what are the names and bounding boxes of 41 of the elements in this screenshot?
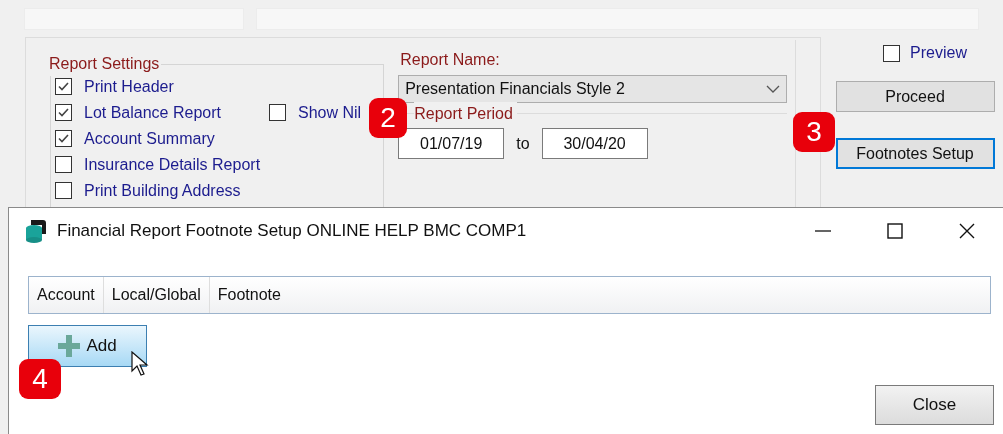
option-label: Preview <box>910 43 967 63</box>
checkmark-icon <box>57 106 70 119</box>
to-date-field[interactable]: 30/04/20 <box>541 128 648 159</box>
maximize-icon <box>887 223 903 239</box>
column-header[interactable]: Local/Global <box>103 277 210 313</box>
mouse-cursor-icon <box>131 351 149 377</box>
option-label: Print Building Address <box>84 180 241 201</box>
option-label: Account Summary <box>84 128 215 149</box>
plus-icon <box>58 335 81 357</box>
minimize-icon <box>815 230 831 232</box>
checkbox[interactable] <box>55 156 72 173</box>
database-icon <box>25 219 47 243</box>
checkmark-icon <box>57 80 70 93</box>
checkbox[interactable] <box>55 130 72 147</box>
step-badge: 2 <box>369 98 407 138</box>
checkbox[interactable] <box>883 44 901 62</box>
option-label: Show Nil <box>298 102 362 123</box>
range-separator: to <box>516 133 530 154</box>
field-label: Report Name: <box>399 50 501 70</box>
checkbox[interactable] <box>269 104 286 121</box>
action-button[interactable]: Proceed <box>835 81 995 112</box>
from-date-field[interactable]: 01/07/19 <box>398 128 505 159</box>
close-icon <box>959 223 975 239</box>
group-title: Report Settings <box>48 54 161 74</box>
option-label: Lot Balance Report <box>84 102 221 123</box>
step-badge: 4 <box>19 359 61 399</box>
report-name-dropdown[interactable]: Presentation Financials Style 2 <box>398 75 787 103</box>
add-button[interactable]: Add <box>28 325 147 367</box>
column-header[interactable]: Account <box>29 277 104 313</box>
checkbox[interactable] <box>55 78 72 95</box>
column-header[interactable]: Footnote <box>209 277 289 313</box>
close-button[interactable]: Close <box>875 385 994 425</box>
checkbox[interactable] <box>55 182 72 199</box>
option-label: Insurance Details Report <box>84 154 261 175</box>
checkmark-icon <box>57 132 70 145</box>
step-badge: 3 <box>793 112 835 152</box>
window-title: Financial Report Footnote Setup ONLINE HELP BMC COMP1 <box>57 220 527 243</box>
chevron-down-icon <box>766 85 780 93</box>
action-button[interactable]: Footnotes Setup <box>835 138 995 169</box>
option-label: Print Header <box>84 76 174 97</box>
checkbox[interactable] <box>55 104 72 121</box>
